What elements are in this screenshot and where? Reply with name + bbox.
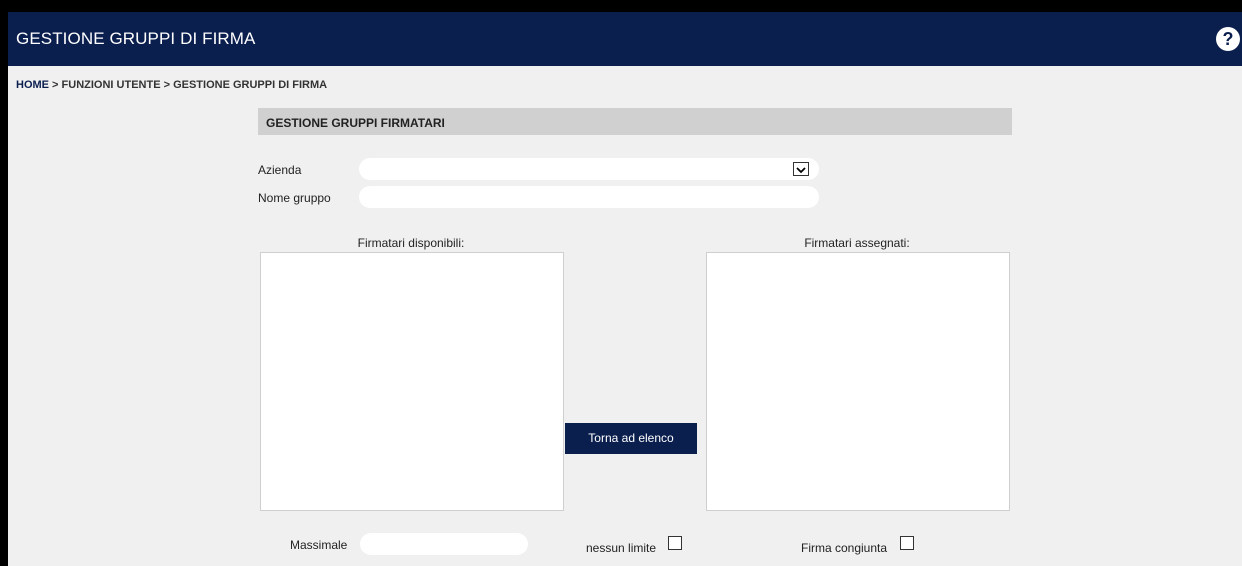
azienda-label: Azienda	[258, 163, 302, 177]
app-frame: GESTIONE GRUPPI DI FIRMA ? HOME > FUNZIO…	[8, 12, 1242, 566]
massimale-input[interactable]	[360, 533, 528, 555]
massimale-label: Massimale	[290, 538, 348, 552]
nessun-limite-label: nessun limite	[586, 541, 657, 555]
firma-congiunta-checkbox[interactable]	[900, 536, 914, 550]
nome-gruppo-label: Nome gruppo	[258, 191, 331, 205]
torna-ad-elenco-button[interactable]: Torna ad elenco	[565, 423, 697, 454]
breadcrumb-path: > FUNZIONI UTENTE > GESTIONE GRUPPI DI F…	[49, 79, 328, 91]
nessun-limite-checkbox[interactable]	[668, 536, 682, 550]
azienda-select[interactable]	[359, 158, 819, 180]
section-header: GESTIONE GRUPPI FIRMATARI	[258, 108, 1012, 135]
breadcrumb: HOME > FUNZIONI UTENTE > GESTIONE GRUPPI…	[16, 79, 327, 91]
firmatari-disponibili-label: Firmatari disponibili:	[357, 236, 465, 250]
breadcrumb-home-link[interactable]: HOME	[16, 79, 49, 91]
firmatari-assegnati-list[interactable]	[706, 252, 1010, 511]
chevron-down-icon[interactable]	[793, 162, 809, 176]
help-icon[interactable]: ?	[1216, 27, 1240, 51]
page-title: GESTIONE GRUPPI DI FIRMA	[16, 29, 256, 48]
firma-congiunta-label: Firma congiunta	[801, 541, 888, 555]
nome-gruppo-input[interactable]	[359, 186, 819, 208]
firmatari-assegnati-label: Firmatari assegnati:	[804, 236, 910, 250]
firmatari-disponibili-list[interactable]	[260, 252, 564, 511]
page-header: GESTIONE GRUPPI DI FIRMA ?	[8, 12, 1242, 66]
section-title: GESTIONE GRUPPI FIRMATARI	[266, 116, 445, 130]
